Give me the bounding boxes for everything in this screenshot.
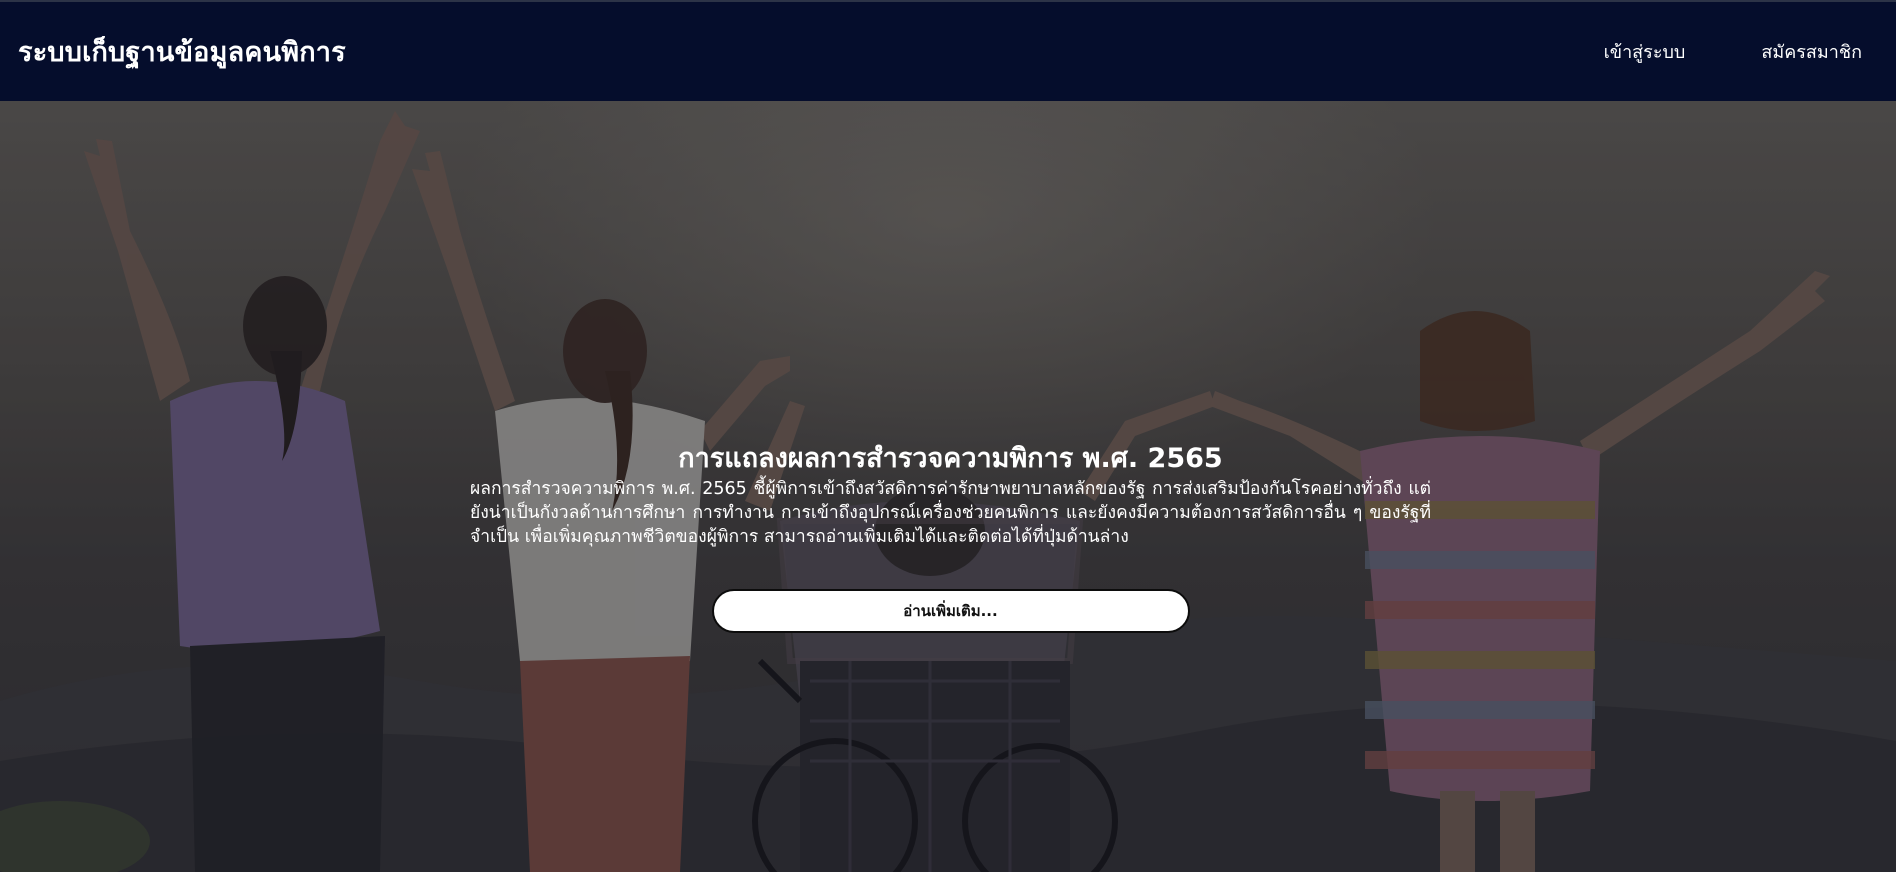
hero-section: การแถลงผลการสำรวจความพิการ พ.ศ. 2565 ผลก… bbox=[0, 101, 1896, 872]
hero-title: การแถลงผลการสำรวจความพิการ พ.ศ. 2565 bbox=[678, 443, 1223, 474]
read-more-button[interactable]: อ่านเพิ่มเติม... bbox=[711, 589, 1190, 633]
navbar: ระบบเก็บฐานข้อมูลคนพิการ เข้าสู่ระบบ สมั… bbox=[0, 2, 1896, 101]
register-link[interactable]: สมัครสมาชิก bbox=[1761, 37, 1862, 66]
login-link[interactable]: เข้าสู่ระบบ bbox=[1604, 37, 1686, 66]
site-brand[interactable]: ระบบเก็บฐานข้อมูลคนพิการ bbox=[18, 30, 346, 73]
hero-content: การแถลงผลการสำรวจความพิการ พ.ศ. 2565 ผลก… bbox=[470, 441, 1431, 633]
nav-links: เข้าสู่ระบบ สมัครสมาชิก bbox=[1528, 37, 1878, 66]
hero-description: ผลการสำรวจความพิการ พ.ศ. 2565 ชี้ผู้พิกา… bbox=[470, 479, 1431, 547]
